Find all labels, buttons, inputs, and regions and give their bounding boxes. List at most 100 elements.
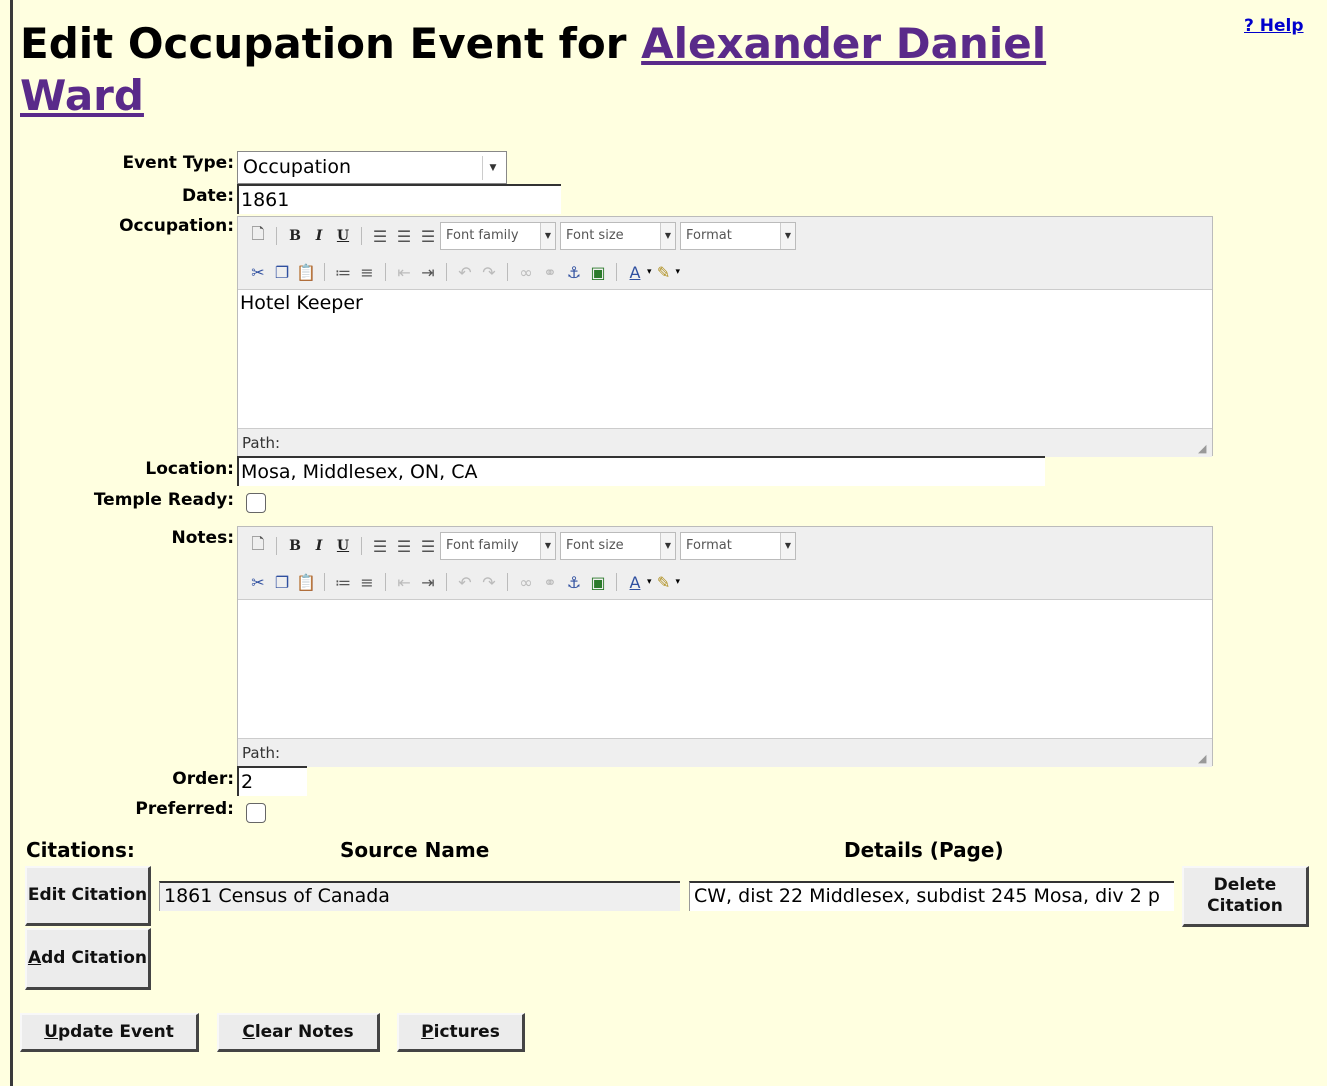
resize-grip-icon[interactable]: ◢: [1198, 753, 1210, 765]
edit-citation-button[interactable]: Edit Citation: [25, 866, 151, 926]
outdent-icon[interactable]: ⇤: [392, 263, 416, 282]
numbered-list-icon[interactable]: ≡: [355, 263, 379, 282]
font-family-select[interactable]: Font family ▼: [440, 532, 556, 560]
toolbar-separator: [385, 573, 386, 591]
undo-icon[interactable]: ↶: [453, 573, 477, 592]
temple-ready-checkbox[interactable]: [246, 493, 266, 513]
outdent-icon[interactable]: ⇤: [392, 573, 416, 592]
redo-icon[interactable]: ↷: [477, 263, 501, 282]
cut-icon[interactable]: ✂: [246, 573, 270, 592]
toolbar-separator: [616, 573, 617, 591]
link-icon[interactable]: ∞: [514, 573, 538, 592]
event-type-label: Event Type:: [122, 153, 234, 173]
preferred-checkbox[interactable]: [246, 803, 266, 823]
indent-icon[interactable]: ⇥: [416, 263, 440, 282]
image-icon[interactable]: ▣: [586, 573, 610, 592]
anchor-icon[interactable]: ⚓: [562, 573, 586, 592]
notes-editor-toolbar: 🗋 B I U ☰ ☰ ☰ Font family ▼ Font size ▼ Fo…: [238, 527, 1212, 600]
font-size-select[interactable]: Font size ▼: [560, 222, 676, 250]
underline-icon[interactable]: U: [331, 538, 355, 554]
occupation-path-bar: Path: ◢: [238, 428, 1212, 457]
new-document-icon[interactable]: 🗋: [246, 533, 270, 560]
image-icon[interactable]: ▣: [586, 263, 610, 282]
numbered-list-icon[interactable]: ≡: [355, 573, 379, 592]
anchor-icon[interactable]: ⚓: [562, 263, 586, 282]
align-center-icon[interactable]: ☰: [392, 537, 416, 556]
copy-icon[interactable]: ❐: [270, 573, 294, 592]
align-right-icon[interactable]: ☰: [416, 227, 440, 246]
font-family-select[interactable]: Font family ▼: [440, 222, 556, 250]
notes-label: Notes:: [171, 528, 234, 548]
chevron-down-icon: ▼: [540, 223, 555, 249]
format-select[interactable]: Format ▼: [680, 532, 796, 560]
align-right-icon[interactable]: ☰: [416, 537, 440, 556]
font-size-select[interactable]: Font size ▼: [560, 532, 676, 560]
new-document-icon[interactable]: 🗋: [246, 223, 270, 250]
date-input[interactable]: 1861: [237, 184, 561, 214]
cut-icon[interactable]: ✂: [246, 263, 270, 282]
format-select-label: Format: [686, 538, 732, 553]
resize-grip-icon[interactable]: ◢: [1198, 443, 1210, 455]
text-color-icon[interactable]: A: [623, 263, 647, 282]
chevron-down-icon: ▼: [780, 223, 795, 249]
occupation-content[interactable]: Hotel Keeper: [238, 290, 1212, 428]
bullet-list-icon[interactable]: ≔: [331, 263, 355, 282]
unlink-icon[interactable]: ⚭: [538, 263, 562, 282]
italic-icon[interactable]: I: [307, 228, 331, 244]
chevron-down-icon: ▼: [660, 533, 675, 559]
copy-icon[interactable]: ❐: [270, 263, 294, 282]
font-family-select-label: Font family: [446, 228, 519, 243]
redo-icon[interactable]: ↷: [477, 573, 501, 592]
font-size-select-label: Font size: [566, 228, 624, 243]
align-center-icon[interactable]: ☰: [392, 227, 416, 246]
align-left-icon[interactable]: ☰: [368, 227, 392, 246]
undo-icon[interactable]: ↶: [453, 263, 477, 282]
paste-icon[interactable]: 📋: [294, 263, 318, 282]
chevron-down-icon[interactable]: ▾: [676, 267, 681, 277]
event-type-select[interactable]: Occupation ▼: [237, 151, 507, 184]
toolbar-separator: [361, 227, 362, 245]
clear-notes-accesskey: C: [242, 1021, 255, 1042]
unlink-icon[interactable]: ⚭: [538, 573, 562, 592]
link-icon[interactable]: ∞: [514, 263, 538, 282]
help-link[interactable]: ? Help: [1244, 16, 1304, 36]
italic-icon[interactable]: I: [307, 538, 331, 554]
notes-editor[interactable]: 🗋 B I U ☰ ☰ ☰ Font family ▼ Font size ▼ Fo…: [237, 526, 1213, 767]
indent-icon[interactable]: ⇥: [416, 573, 440, 592]
pictures-label: ictures: [433, 1021, 500, 1042]
align-left-icon[interactable]: ☰: [368, 537, 392, 556]
underline-icon[interactable]: U: [331, 228, 355, 244]
toolbar-separator: [446, 573, 447, 591]
bold-icon[interactable]: B: [283, 228, 307, 244]
delete-citation-button[interactable]: Delete Citation: [1182, 866, 1309, 927]
occupation-editor-toolbar: 🗋 B I U ☰ ☰ ☰ Font family ▼ Font size ▼ Fo…: [238, 217, 1212, 290]
text-color-icon[interactable]: A: [623, 573, 647, 592]
update-event-button[interactable]: Update Event: [20, 1013, 199, 1052]
source-name-header: Source Name: [340, 838, 490, 862]
add-citation-button[interactable]: Add Citation: [25, 928, 151, 990]
toolbar-separator: [324, 263, 325, 281]
format-select[interactable]: Format ▼: [680, 222, 796, 250]
clear-notes-button[interactable]: Clear Notes: [217, 1013, 380, 1052]
format-select-label: Format: [686, 228, 732, 243]
highlight-color-icon[interactable]: ✎: [652, 263, 676, 282]
location-label: Location:: [145, 459, 234, 479]
highlight-color-icon[interactable]: ✎: [652, 573, 676, 592]
location-input[interactable]: Mosa, Middlesex, ON, CA: [237, 456, 1045, 486]
bullet-list-icon[interactable]: ≔: [331, 573, 355, 592]
page-title: Edit Occupation Event for Alexander Dani…: [20, 18, 1120, 122]
preferred-label: Preferred:: [135, 799, 234, 819]
pictures-button[interactable]: Pictures: [397, 1013, 525, 1052]
bold-icon[interactable]: B: [283, 538, 307, 554]
add-citation-label: Add Citation: [28, 948, 147, 969]
path-label: Path:: [242, 744, 281, 762]
notes-content[interactable]: [238, 600, 1212, 738]
font-family-select-label: Font family: [446, 538, 519, 553]
add-citation-label-rest: dd Citation: [41, 948, 148, 968]
order-input[interactable]: 2: [237, 766, 307, 796]
details-header: Details (Page): [844, 838, 1004, 862]
chevron-down-icon[interactable]: ▾: [676, 577, 681, 587]
toolbar-separator: [507, 263, 508, 281]
occupation-editor[interactable]: 🗋 B I U ☰ ☰ ☰ Font family ▼ Font size ▼ Fo…: [237, 216, 1213, 457]
paste-icon[interactable]: 📋: [294, 573, 318, 592]
